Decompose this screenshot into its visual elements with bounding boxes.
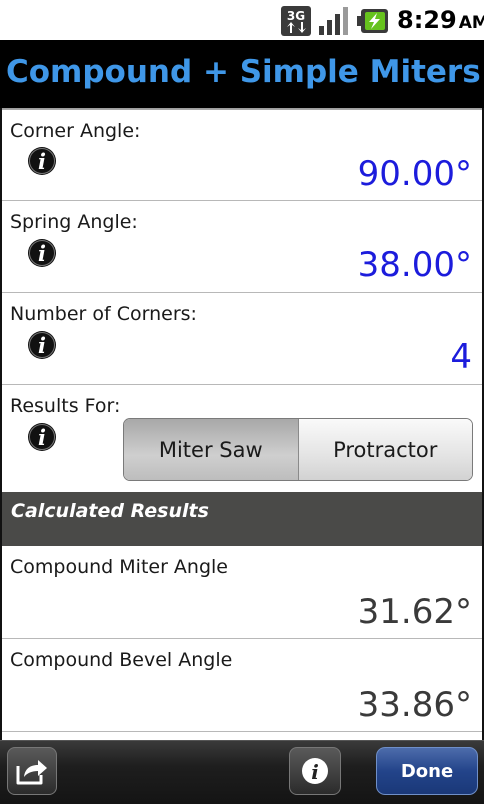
share-icon [16,760,47,785]
results-for-segmented-control[interactable]: Miter Saw Protractor [123,418,473,481]
svg-text:3G: 3G [287,9,305,23]
info-icon: i [302,758,328,784]
info-icon[interactable]: i [27,238,57,268]
segment-miter-saw[interactable]: Miter Saw [124,419,298,480]
section-header-text: Calculated Results [11,500,209,522]
number-of-corners-row[interactable]: Number of Corners: i 4 [0,293,484,385]
title-bar: Compound + Simple Miters [0,40,484,108]
svg-text:i: i [38,333,46,358]
info-icon[interactable]: i [27,146,57,176]
3g-data-icon: 3G [281,6,311,36]
done-button[interactable]: Done [376,747,478,795]
result-label: Compound Miter Angle [10,556,228,578]
result-row: Compound Bevel Angle 33.86° [0,639,484,732]
number-of-corners-label: Number of Corners: [10,303,197,325]
corner-angle-label: Corner Angle: [10,120,141,142]
results-for-label: Results For: [10,395,121,417]
status-bar: 3G 8:29 AM [0,0,484,40]
info-icon[interactable]: i [27,422,57,452]
number-of-corners-value[interactable]: 4 [450,337,472,377]
battery-charging-icon [357,9,388,33]
corner-angle-value[interactable]: 90.00° [358,154,472,194]
status-ampm: AM [458,13,484,33]
segment-protractor[interactable]: Protractor [297,419,472,480]
svg-text:i: i [38,241,46,266]
svg-text:i: i [38,425,46,450]
result-value: 31.62° [357,592,472,632]
info-button[interactable]: i [289,747,341,795]
share-button[interactable] [7,747,57,795]
spring-angle-label: Spring Angle: [10,211,138,233]
status-time: 8:29 AM [397,6,484,34]
page-title: Compound + Simple Miters [6,54,481,90]
spring-angle-row[interactable]: Spring Angle: i 38.00° [0,201,484,293]
result-label: Compound Bevel Angle [10,649,233,671]
signal-strength-icon [319,7,348,35]
calculated-results-header: Calculated Results [0,492,484,546]
svg-text:i: i [311,760,319,784]
svg-text:i: i [38,149,46,174]
corner-angle-row[interactable]: Corner Angle: i 90.00° [0,110,484,201]
left-frame-edge [0,108,2,748]
info-icon[interactable]: i [27,330,57,360]
result-row: Compound Miter Angle 31.62° [0,546,484,639]
spring-angle-value[interactable]: 38.00° [358,245,472,285]
result-value: 33.86° [357,685,472,725]
